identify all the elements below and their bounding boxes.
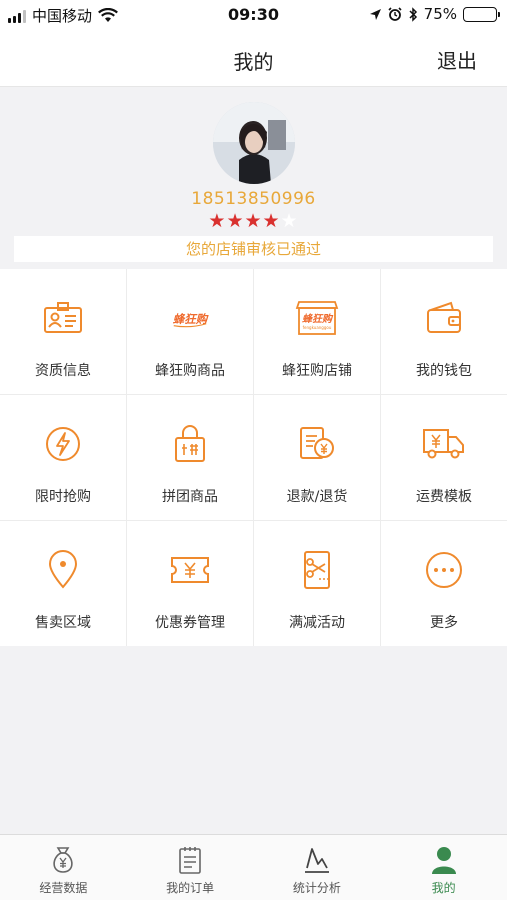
tab-label: 我的 — [431, 881, 456, 895]
grid-item-sales-region[interactable]: 售卖区域 — [0, 521, 126, 646]
more-dots-icon — [422, 548, 466, 592]
grid-item-label: 蜂狂购店铺 — [282, 363, 352, 379]
wallet-icon — [422, 296, 466, 340]
delivery-truck-icon — [422, 422, 466, 466]
grid-item-label: 拼团商品 — [162, 489, 218, 505]
discount-scissors-icon — [295, 548, 339, 592]
flash-sale-icon — [41, 422, 85, 466]
money-bag-icon — [46, 843, 80, 877]
alarm-icon — [388, 7, 402, 21]
function-grid: 资质信息 蜂狂购 蜂狂购商品 蜂狂购 fengkuanggou 蜂狂购店铺 我的钱… — [0, 269, 507, 646]
grid-item-shipping-template[interactable]: 运费模板 — [381, 395, 507, 520]
order-list-icon — [173, 843, 207, 877]
user-icon — [427, 843, 461, 877]
grid-item-refund[interactable]: 退款/退货 — [254, 395, 380, 520]
refund-icon — [295, 422, 339, 466]
battery-icon — [463, 6, 500, 22]
grid-item-label: 蜂狂购商品 — [155, 363, 225, 379]
grid-item-qualification[interactable]: 资质信息 — [0, 269, 126, 394]
tab-statistics[interactable]: 统计分析 — [254, 835, 381, 900]
grid-item-label: 限时抢购 — [35, 489, 91, 505]
phone-number: 18513850996 — [191, 189, 316, 209]
logout-button[interactable]: 退出 — [437, 45, 477, 74]
bottom-tab-bar: 经营数据 我的订单 统计分析 我的 — [0, 834, 507, 900]
grid-item-brand-store[interactable]: 蜂狂购 fengkuanggou 蜂狂购店铺 — [254, 269, 380, 394]
brand-logo-text: 蜂狂购 — [302, 313, 334, 325]
rating-stars-empty: ★ — [280, 210, 299, 232]
status-right: 75% — [369, 5, 500, 23]
group-buy-bag-icon — [168, 422, 212, 466]
tab-mine[interactable]: 我的 — [380, 835, 507, 900]
tab-label: 统计分析 — [292, 881, 341, 895]
chart-icon — [300, 843, 334, 877]
grid-item-wallet[interactable]: 我的钱包 — [381, 269, 507, 394]
grid-item-label: 运费模板 — [416, 489, 472, 505]
avatar[interactable] — [213, 102, 295, 184]
grid-item-label: 售卖区域 — [35, 615, 91, 631]
grid-item-flash-sale[interactable]: 限时抢购 — [0, 395, 126, 520]
tab-label: 经营数据 — [39, 881, 88, 895]
page-title: 我的 — [233, 50, 274, 74]
coupon-icon — [168, 548, 212, 592]
approval-status-banner: 您的店铺审核已通过 — [14, 236, 493, 262]
grid-item-label: 我的钱包 — [416, 363, 472, 379]
grid-item-more[interactable]: 更多 — [381, 521, 507, 646]
grid-item-discount-activity[interactable]: 满减活动 — [254, 521, 380, 646]
tab-my-orders[interactable]: 我的订单 — [127, 835, 254, 900]
brand-logo-subtext: fengkuanggou — [303, 325, 332, 330]
brand-logo-icon: 蜂狂购 — [168, 296, 212, 340]
brand-logo-text: 蜂狂购 — [173, 312, 209, 326]
status-bar: 中国移动 09:30 75% — [0, 0, 507, 30]
grid-item-label: 优惠券管理 — [155, 615, 225, 631]
location-pin-icon — [41, 548, 85, 592]
grid-item-label: 更多 — [430, 615, 458, 631]
store-logo-icon: 蜂狂购 fengkuanggou — [295, 296, 339, 340]
rating-stars-filled: ★★★★ — [208, 210, 281, 232]
grid-item-label: 满减活动 — [289, 615, 345, 631]
rating-stars: ★★★★★ — [0, 210, 507, 232]
tab-label: 我的订单 — [166, 881, 215, 895]
id-card-icon — [41, 296, 85, 340]
location-arrow-icon — [369, 8, 381, 20]
grid-item-label: 退款/退货 — [286, 489, 348, 505]
battery-percent: 75% — [423, 5, 457, 23]
profile-header: 18513850996 ★★★★★ 您的店铺审核已通过 — [0, 88, 507, 268]
grid-item-group-buy[interactable]: 拼团商品 — [127, 395, 253, 520]
tab-business-data[interactable]: 经营数据 — [0, 835, 127, 900]
grid-item-coupon-management[interactable]: 优惠券管理 — [127, 521, 253, 646]
nav-bar: 我的 退出 — [0, 30, 507, 87]
bluetooth-icon — [409, 6, 417, 22]
grid-item-label: 资质信息 — [35, 363, 91, 379]
grid-item-brand-products[interactable]: 蜂狂购 蜂狂购商品 — [127, 269, 253, 394]
